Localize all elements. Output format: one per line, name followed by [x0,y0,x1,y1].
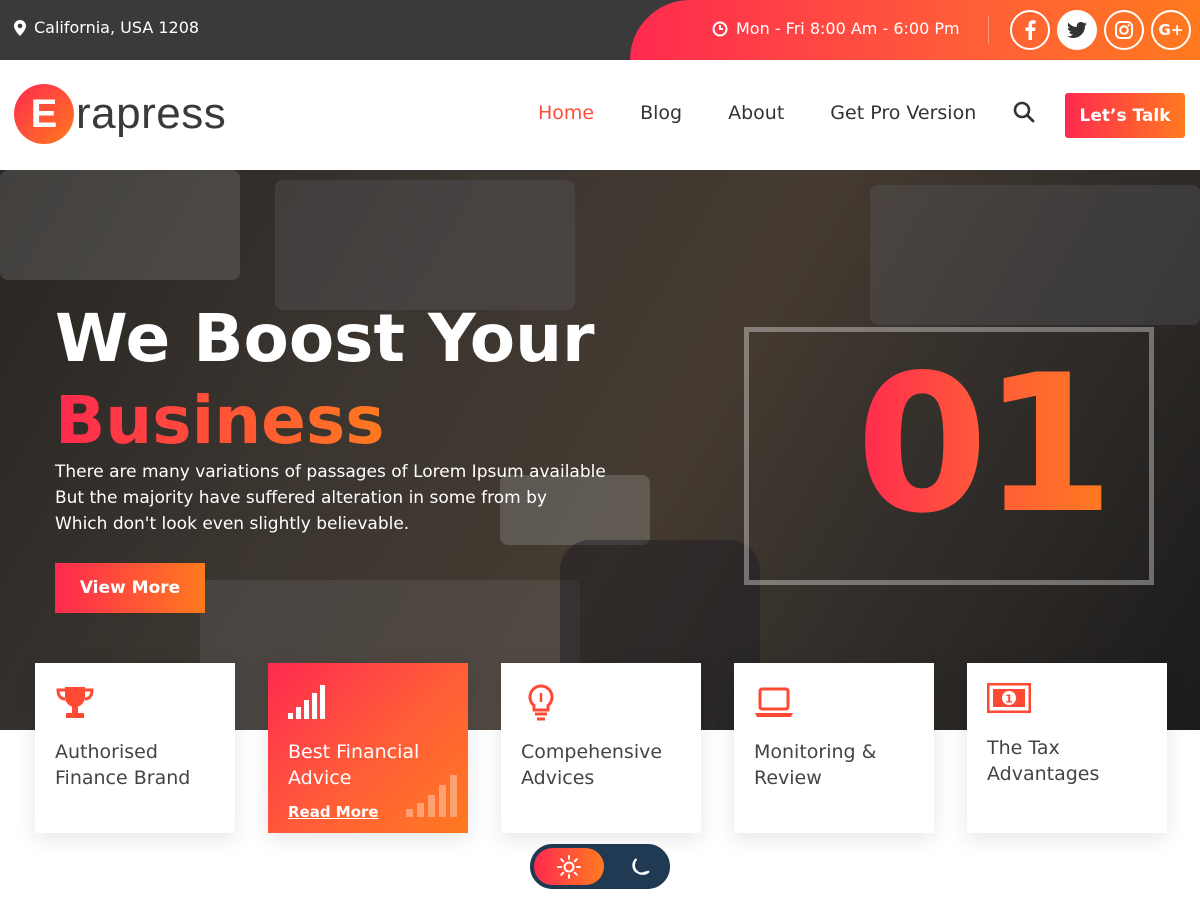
feature-title: Monitoring & Review [754,741,877,789]
feature-card[interactable]: 1 The Tax Advantages [967,663,1167,833]
nav-item-home[interactable]: Home [538,102,594,124]
topbar-contact-area: Mon - Fri 8:00 Am - 6:00 Pm G+ [630,0,1200,60]
google-plus-icon[interactable]: G+ [1151,10,1191,50]
bars-decoration [406,775,457,817]
divider [988,16,989,44]
location-info: California, USA 1208 [14,18,199,37]
feature-title: The Tax Advantages [987,737,1100,785]
facebook-icon[interactable] [1010,10,1050,50]
slide-number: 01 [856,334,1114,555]
feature-card[interactable]: Compehensive Advices [501,663,701,833]
moon-icon [632,857,650,875]
logo[interactable]: E rapress [14,84,226,144]
feature-cards: Authorised Finance Brand Best Financial … [35,663,1167,833]
search-icon[interactable] [1012,100,1036,124]
laptop-icon [755,687,793,717]
nav-item-about[interactable]: About [728,102,784,124]
trophy-icon [56,687,94,718]
clock-icon [712,21,728,36]
logo-text: rapress [76,89,227,138]
twitter-icon[interactable] [1057,10,1097,50]
location-text: California, USA 1208 [34,18,200,37]
theme-toggle[interactable] [530,844,670,889]
view-more-button[interactable]: View More [55,563,205,613]
main-nav: Home Blog About Get Pro Version [538,102,976,124]
google-plus-label: G+ [1158,21,1184,39]
light-mode-option[interactable] [534,848,604,885]
top-bar: California, USA 1208 Mon - Fri 8:00 Am -… [0,0,1200,60]
hero-description: There are many variations of passages of… [55,459,615,537]
hero-description-line: There are many variations of passages of… [55,462,606,482]
read-more-link[interactable]: Read More [288,803,379,821]
feature-card-active[interactable]: Best Financial Advice Read More [268,663,468,833]
business-hours: Mon - Fri 8:00 Am - 6:00 Pm [712,19,960,38]
feature-title: Compehensive Advices [521,741,663,789]
dark-mode-option[interactable] [616,848,666,885]
hero-slider: 01 We Boost Your Business There are many… [0,170,1200,730]
feature-card[interactable]: Monitoring & Review [734,663,934,833]
nav-item-blog[interactable]: Blog [640,102,682,124]
logo-mark: E [14,84,74,144]
hours-text: Mon - Fri 8:00 Am - 6:00 Pm [736,19,960,38]
hero-description-line: Which don't look even slightly believabl… [55,514,410,534]
svg-text:1: 1 [1005,693,1013,706]
feature-title: Authorised Finance Brand [55,741,191,789]
money-icon: 1 [987,683,1031,713]
feature-card[interactable]: Authorised Finance Brand [35,663,235,833]
nav-item-get-pro[interactable]: Get Pro Version [830,102,976,124]
social-links: G+ [1010,10,1191,50]
hero-title-highlight: Business [55,382,385,459]
hero-title: We Boost Your [55,300,595,377]
map-pin-icon [14,19,26,36]
hero-description-line: But the majority have suffered alteratio… [55,488,547,508]
sun-icon [557,854,581,879]
lets-talk-button[interactable]: Let’s Talk [1065,93,1185,138]
bar-chart-icon [288,685,325,719]
lightbulb-icon [528,684,554,721]
instagram-icon[interactable] [1104,10,1144,50]
